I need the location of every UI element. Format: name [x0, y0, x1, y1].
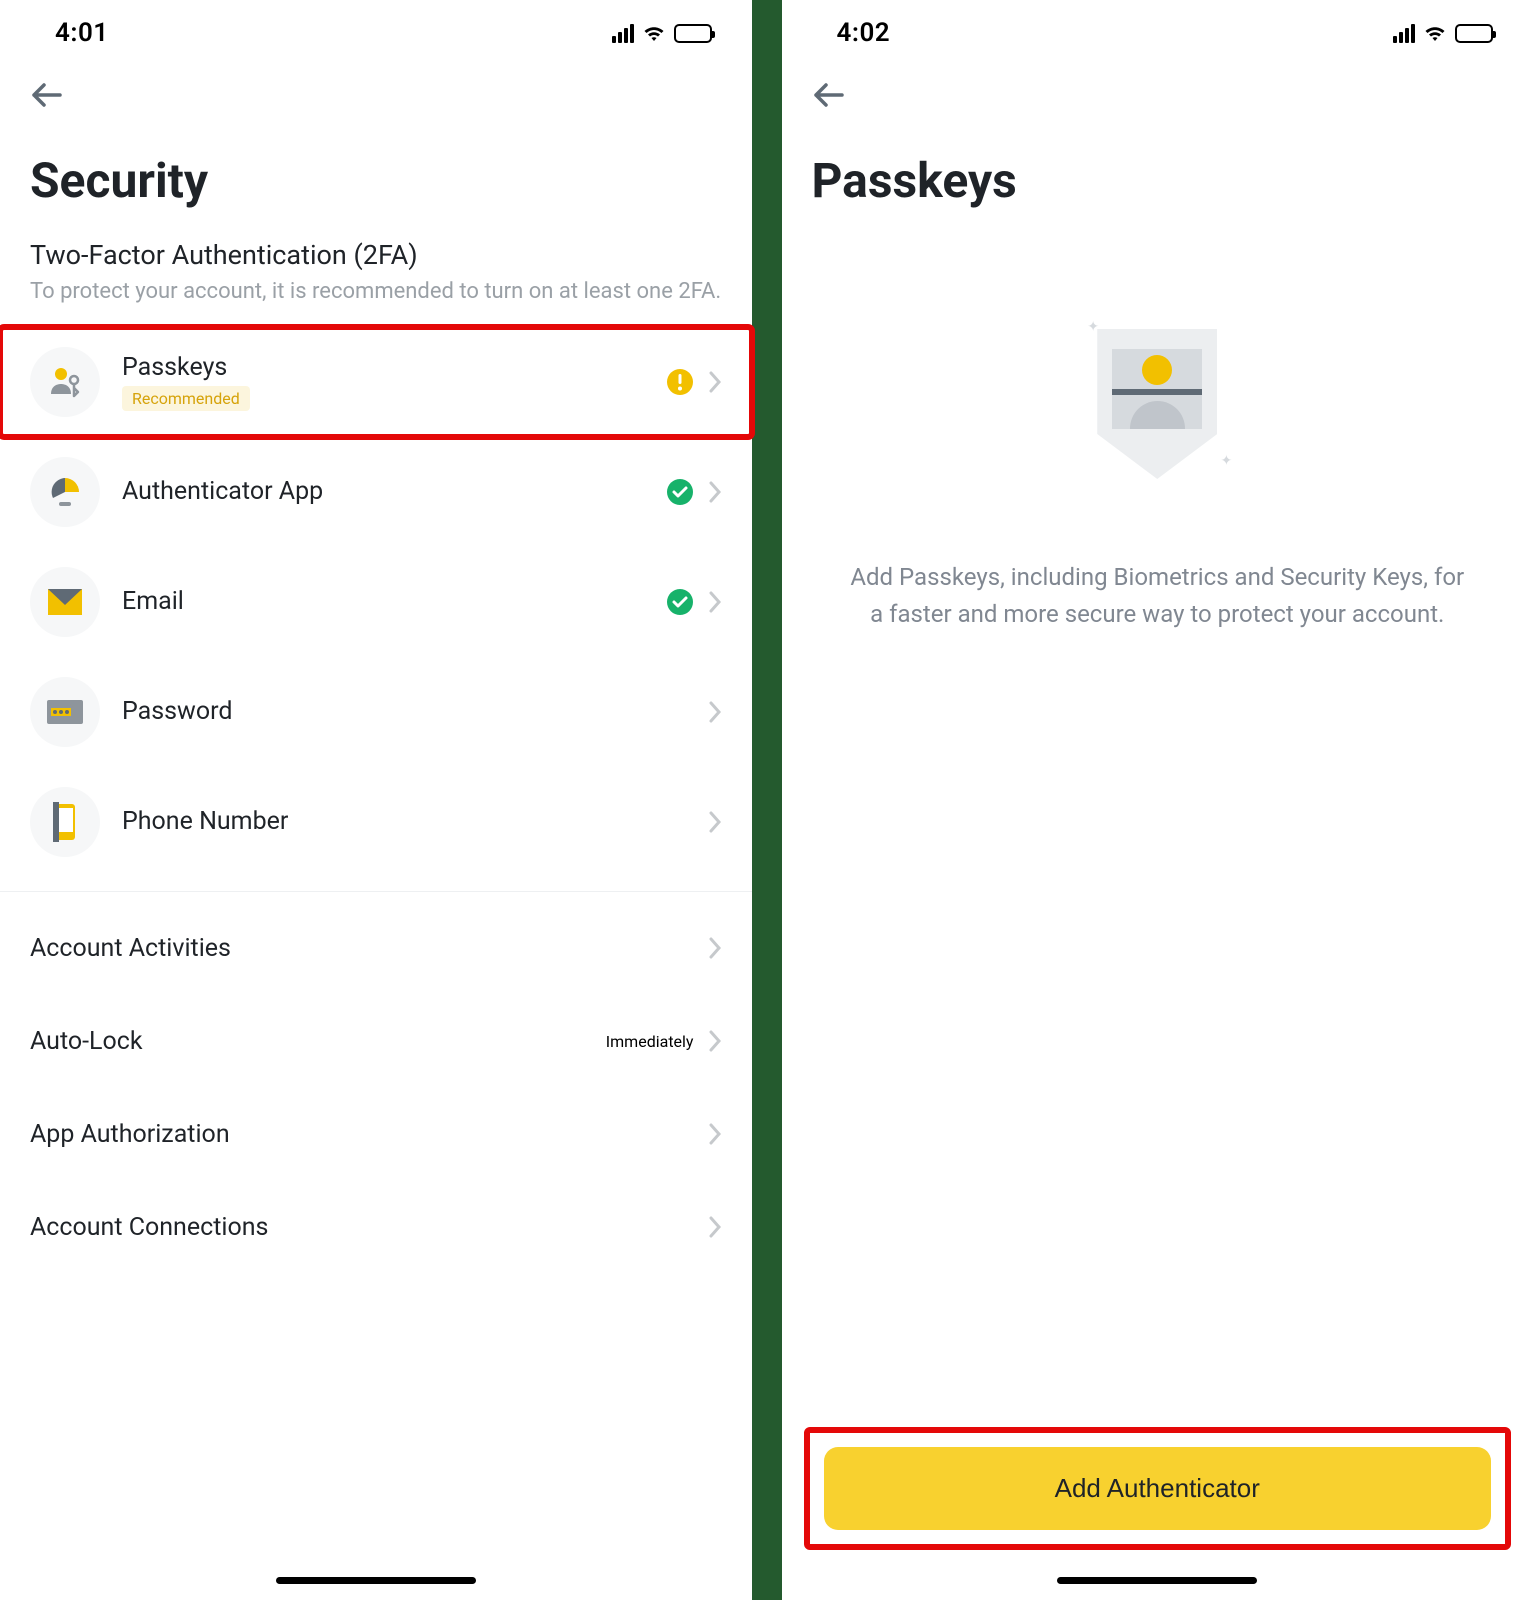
authenticator-label: Authenticator App: [122, 477, 644, 506]
arrow-left-icon: [814, 83, 844, 107]
authenticator-icon: [30, 457, 100, 527]
wifi-icon: [1423, 24, 1447, 42]
app-authorization-label: App Authorization: [30, 1120, 230, 1149]
check-icon: [666, 478, 694, 506]
cellular-icon: [612, 24, 634, 43]
auto-lock-row[interactable]: Auto-Lock Immediately: [0, 995, 752, 1088]
chevron-right-icon: [708, 810, 722, 834]
passkeys-label: Passkeys: [122, 353, 644, 382]
phone-icon: [30, 787, 100, 857]
add-authenticator-button[interactable]: Add Authenticator: [824, 1447, 1492, 1530]
status-icons: [612, 24, 712, 43]
phone-label: Phone Number: [122, 807, 686, 836]
battery-icon: [674, 24, 712, 43]
email-row[interactable]: Email: [0, 547, 752, 657]
passkeys-description: Add Passkeys, including Biometrics and S…: [847, 559, 1467, 633]
account-activities-row[interactable]: Account Activities: [0, 902, 752, 995]
password-icon: [30, 677, 100, 747]
cta-highlight: Add Authenticator: [804, 1427, 1512, 1550]
chevron-right-icon: [708, 1029, 722, 1053]
back-button[interactable]: [812, 78, 846, 112]
passkeys-icon: [30, 347, 100, 417]
status-time: 4:02: [837, 18, 891, 48]
auto-lock-value: Immediately: [606, 1032, 694, 1051]
passkeys-row[interactable]: Passkeys Recommended: [0, 327, 752, 437]
account-connections-row[interactable]: Account Connections: [0, 1181, 752, 1274]
arrow-left-icon: [32, 83, 62, 107]
password-label: Password: [122, 697, 686, 726]
email-icon: [30, 567, 100, 637]
phone-number-row[interactable]: Phone Number: [0, 767, 752, 877]
warning-icon: [666, 368, 694, 396]
account-connections-label: Account Connections: [30, 1213, 268, 1242]
recommended-badge: Recommended: [122, 386, 250, 411]
twofa-heading: Two-Factor Authentication (2FA): [0, 239, 752, 277]
chevron-right-icon: [708, 480, 722, 504]
email-label: Email: [122, 587, 644, 616]
page-title: Passkeys: [782, 122, 1533, 239]
status-icons: [1393, 24, 1493, 43]
home-indicator[interactable]: [1057, 1577, 1257, 1584]
home-indicator[interactable]: [276, 1577, 476, 1584]
section-divider: [0, 891, 752, 892]
chevron-right-icon: [708, 370, 722, 394]
authenticator-app-row[interactable]: Authenticator App: [0, 437, 752, 547]
chevron-right-icon: [708, 1122, 722, 1146]
back-button[interactable]: [30, 78, 64, 112]
chevron-right-icon: [708, 1215, 722, 1239]
chevron-right-icon: [708, 590, 722, 614]
passkeys-illustration: ✦ ✦: [1077, 319, 1237, 499]
passkeys-screen: 4:02 Passkeys ✦ ✦: [782, 0, 1533, 1600]
status-bar: 4:02: [782, 0, 1533, 58]
page-title: Security: [0, 122, 752, 239]
auto-lock-label: Auto-Lock: [30, 1027, 143, 1056]
wifi-icon: [642, 24, 666, 42]
battery-icon: [1455, 24, 1493, 43]
chevron-right-icon: [708, 936, 722, 960]
account-activities-label: Account Activities: [30, 934, 231, 963]
check-icon: [666, 588, 694, 616]
status-bar: 4:01: [0, 0, 752, 58]
security-screen: 4:01 Security Two-Factor Authentication …: [0, 0, 752, 1600]
twofa-description: To protect your account, it is recommend…: [0, 277, 752, 327]
cellular-icon: [1393, 24, 1415, 43]
screen-divider: [752, 0, 782, 1600]
chevron-right-icon: [708, 700, 722, 724]
app-authorization-row[interactable]: App Authorization: [0, 1088, 752, 1181]
status-time: 4:01: [55, 18, 109, 48]
password-row[interactable]: Password: [0, 657, 752, 767]
